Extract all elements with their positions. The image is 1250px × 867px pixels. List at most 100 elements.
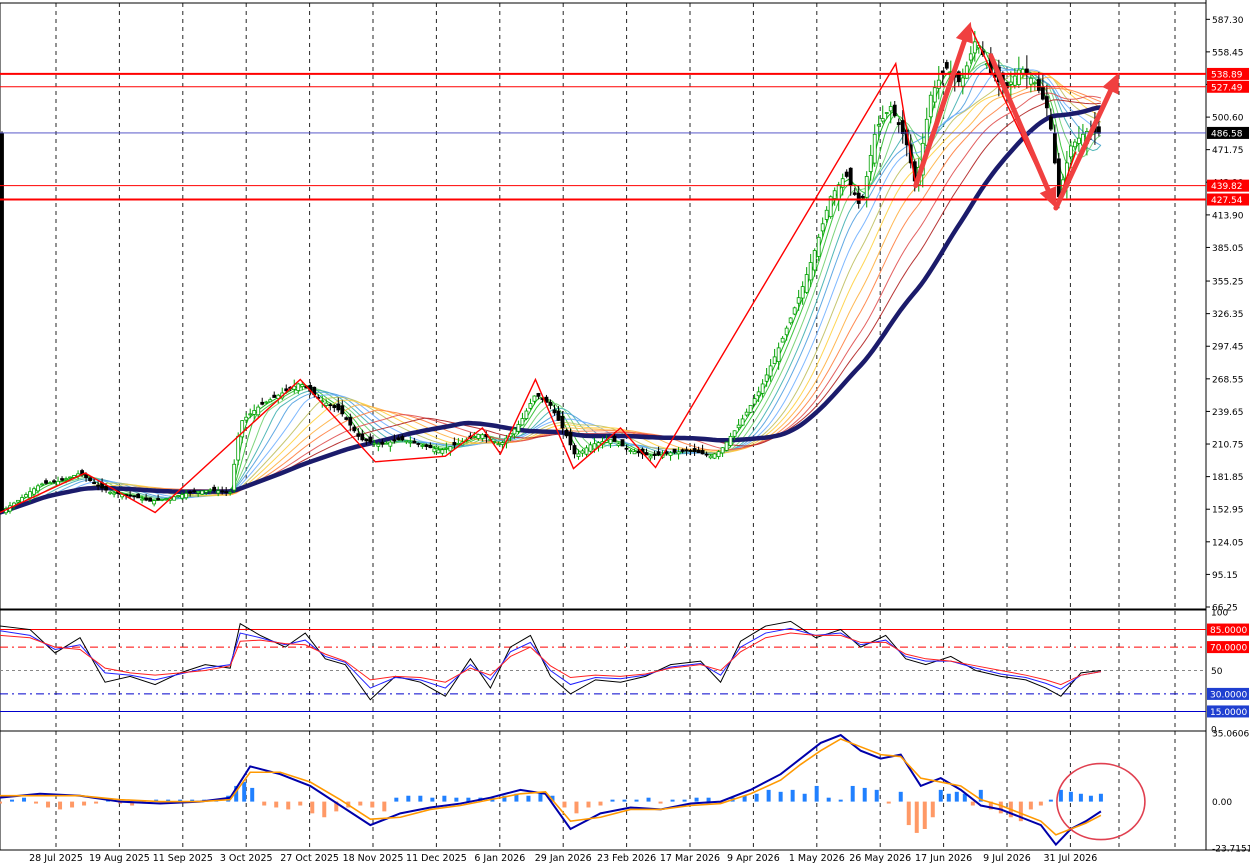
x-tick-label: 9 Jul 2026 [983, 853, 1031, 863]
candle-body [348, 417, 353, 426]
candle-body [200, 490, 205, 495]
candle-body [872, 133, 877, 164]
x-tick-label: 27 Oct 2025 [280, 853, 339, 863]
candle-body [964, 65, 969, 79]
candle-body [656, 451, 661, 456]
candle-body [456, 443, 461, 445]
candle-body [560, 415, 565, 429]
macd-histogram-bar [82, 801, 87, 806]
macd-histogram-bar [838, 799, 843, 802]
macd-histogram-bar [0, 801, 2, 804]
macd-histogram-bar [442, 795, 447, 802]
candle-body [608, 438, 613, 444]
candle-body [212, 486, 217, 491]
candle-body [848, 167, 853, 186]
candle-body [176, 495, 181, 498]
candle-body [740, 418, 745, 426]
candle-body [104, 485, 108, 491]
macd-histogram-bar [310, 801, 315, 814]
macd-histogram-bar [874, 789, 879, 802]
macd-histogram-bar [394, 797, 399, 802]
level-tag-label: 538.89 [1211, 70, 1243, 80]
candle-body [96, 484, 100, 487]
candle-body [396, 437, 401, 441]
candle-body [780, 337, 785, 343]
macd-histogram-bar [906, 801, 911, 826]
candle-body [16, 499, 20, 503]
macd-histogram-bar [406, 795, 411, 802]
candle-body [140, 498, 145, 501]
candle-body [248, 413, 253, 416]
candle-body [844, 171, 849, 177]
candle-body [388, 441, 393, 447]
candle-body [336, 403, 341, 411]
candle-body [628, 450, 633, 452]
macd-histogram-bar [998, 801, 1003, 814]
x-tick-label: 26 May 2026 [849, 853, 911, 863]
candle-body [380, 441, 385, 445]
chart-canvas[interactable]: 202528 Jul 202519 Aug 202511 Sep 20253 O… [0, 0, 1250, 864]
macd-histogram-bar [826, 797, 831, 802]
candle-body [452, 442, 457, 446]
candle-body [152, 500, 157, 505]
candle-body [760, 383, 765, 394]
y-tick-label: 152.95 [1212, 506, 1244, 516]
macd-histogram-bar [262, 801, 267, 806]
y-tick-label: 558.45 [1212, 48, 1244, 58]
candle-body [264, 401, 269, 404]
candle-body [832, 190, 837, 199]
macd-histogram-bar [802, 793, 807, 802]
x-tick-label: 6 Jan 2026 [474, 853, 525, 863]
candle-body [944, 62, 949, 69]
candle-body [592, 443, 597, 450]
candle-body [1016, 69, 1021, 85]
macd-histogram-bar [22, 797, 27, 802]
candle-body [404, 440, 409, 443]
macd-histogram-bar [766, 789, 771, 802]
candle-body [960, 77, 965, 87]
candle-body [644, 452, 649, 456]
candle-body [416, 443, 421, 445]
candle-body [860, 195, 865, 198]
candle-body [520, 418, 525, 426]
chart-window[interactable]: 202528 Jul 202519 Aug 202511 Sep 20253 O… [0, 0, 1250, 864]
candle-body [384, 442, 389, 445]
candle-body [324, 402, 329, 406]
candle-body [372, 442, 377, 445]
macd-histogram-bar [298, 801, 303, 806]
candle-body [836, 184, 841, 200]
candle-body [784, 327, 789, 336]
candle-body [216, 490, 221, 494]
candle-body [556, 410, 561, 421]
macd-histogram-bar [598, 801, 603, 806]
candle-body [1040, 87, 1045, 100]
candle-body [696, 449, 701, 454]
macd-histogram-bar [850, 785, 855, 802]
macd-histogram-bar [1038, 801, 1043, 806]
candle-body [392, 439, 397, 442]
macd-histogram-bar [954, 791, 959, 802]
candle-body [564, 429, 569, 437]
candle-body [572, 445, 577, 455]
candle-body [532, 395, 537, 402]
level-tag-label: 439.82 [1211, 182, 1243, 192]
candle-body [672, 448, 677, 453]
macd-histogram-bar [418, 795, 423, 802]
level-tag-label: 427.54 [1211, 196, 1243, 206]
level-tag-label: 527.49 [1211, 83, 1243, 93]
macd-histogram-bar [778, 791, 783, 802]
candle-body [204, 490, 209, 493]
macd-histogram-bar [10, 799, 15, 802]
y-tick-label: 500.60 [1212, 114, 1244, 124]
candle-body [1036, 79, 1041, 91]
candle-body [1008, 81, 1013, 85]
candle-body [1028, 77, 1033, 85]
candle-body [588, 444, 593, 452]
candle-body [224, 491, 229, 494]
macd-histogram-bar [250, 787, 255, 802]
macd-histogram-bar [370, 801, 375, 808]
candle-body [496, 443, 501, 446]
x-tick-label: 28 Jul 2025 [29, 853, 83, 863]
y-tick-label: 385.05 [1212, 244, 1244, 254]
candle-body [44, 480, 48, 484]
